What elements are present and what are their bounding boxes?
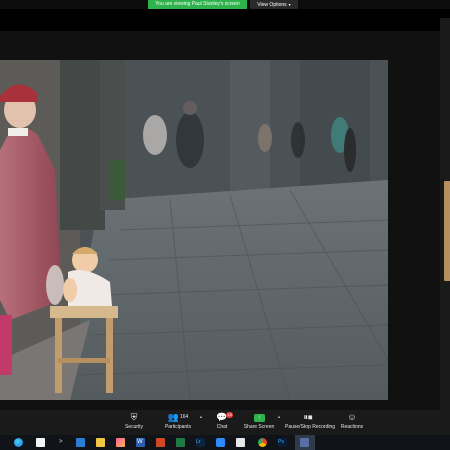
- reactions-button[interactable]: ☺ Reactions: [329, 412, 375, 430]
- shared-photo: [0, 60, 388, 400]
- participants-button[interactable]: 👥164 Participants: [155, 412, 201, 430]
- zoom-icon[interactable]: [216, 438, 225, 447]
- view-options-button[interactable]: View Options ▾: [250, 0, 298, 9]
- powerpoint-icon[interactable]: [156, 438, 165, 447]
- store-icon[interactable]: [36, 438, 45, 447]
- shield-icon: ⛨: [130, 412, 138, 422]
- mail-icon[interactable]: [76, 438, 85, 447]
- view-options-label: View Options: [257, 2, 287, 8]
- shared-screen-area: [0, 9, 450, 419]
- lightroom-letters: Lr: [196, 439, 201, 445]
- word-letter: W: [137, 439, 143, 445]
- lightroom-icon[interactable]: Lr: [196, 438, 205, 447]
- chrome-icon[interactable]: [258, 438, 267, 447]
- word-icon[interactable]: W: [136, 438, 145, 447]
- file-explorer-icon[interactable]: [96, 438, 105, 447]
- photos-icon[interactable]: [116, 438, 125, 447]
- share-screen-icon: ↑: [253, 413, 265, 422]
- pause-stop-recording-button[interactable]: ⏸⏹ Pause/Stop Recording: [285, 412, 336, 430]
- photoshop-icon[interactable]: Ps: [278, 438, 287, 447]
- reactions-label: Reactions: [340, 424, 364, 430]
- terminal-icon[interactable]: >: [59, 437, 63, 448]
- viewing-screen-label: You are viewing Paul Stanley's screen: [148, 0, 247, 9]
- share-screen-button[interactable]: ↑ Share Screen: [236, 412, 282, 430]
- security-label: Security: [124, 424, 144, 430]
- windows-taskbar: > W Lr Ps: [0, 435, 450, 450]
- street-photo-image: [0, 60, 388, 400]
- reactions-icon: ☺: [347, 412, 357, 422]
- participant-count: 164: [179, 414, 189, 420]
- excel-icon[interactable]: [176, 438, 185, 447]
- share-screen-label: Share Screen: [243, 424, 275, 430]
- screen-share-banner: You are viewing Paul Stanley's screen Vi…: [0, 0, 450, 9]
- participant-video-thumbnail[interactable]: [444, 181, 450, 281]
- active-app-icon[interactable]: [300, 438, 309, 447]
- security-button[interactable]: ⛨ Security: [111, 412, 157, 430]
- recording-label: Pause/Stop Recording: [285, 424, 336, 430]
- participants-icon: 👥: [167, 412, 179, 422]
- chevron-up-icon[interactable]: ▲: [277, 414, 281, 419]
- pause-recording-icon: ⏸⏹: [303, 412, 313, 422]
- photoshop-letters: Ps: [278, 439, 284, 445]
- meeting-toolbar: ⛨ Security 👥164 Participants ▲ 💬 10 Chat…: [0, 410, 450, 435]
- participants-label: Participants: [164, 424, 192, 430]
- chevron-down-icon: ▾: [288, 2, 291, 7]
- capture-icon[interactable]: [236, 438, 245, 447]
- edge-icon[interactable]: [14, 438, 23, 447]
